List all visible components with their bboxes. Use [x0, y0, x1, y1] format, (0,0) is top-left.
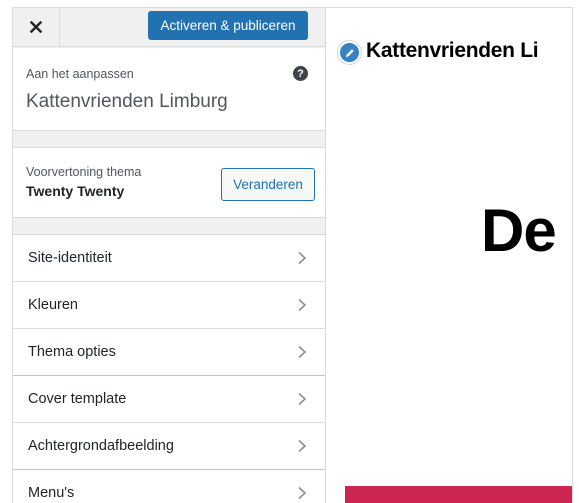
menu-item-label: Thema opties — [28, 344, 116, 360]
menu-item-label: Site-identiteit — [28, 250, 112, 266]
menu-item-menus[interactable]: Menu's — [13, 470, 325, 503]
site-title: Kattenvrienden Limburg — [26, 91, 228, 112]
chevron-right-icon — [298, 439, 307, 453]
menu-item-label: Kleuren — [28, 297, 78, 313]
chevron-right-icon — [298, 251, 307, 265]
customizing-label: Aan het aanpassen — [26, 67, 134, 81]
site-preview: Kattenvrienden Li De — [327, 8, 572, 503]
customizer-header: Activeren & publiceren — [13, 8, 325, 47]
menu-item-background-image[interactable]: Achtergrondafbeelding — [13, 423, 325, 470]
menu-item-label: Achtergrondafbeelding — [28, 438, 174, 454]
chevron-right-icon — [298, 298, 307, 312]
edit-site-title-button[interactable] — [338, 41, 361, 64]
preview-site-title[interactable]: Kattenvrienden Li — [366, 39, 539, 63]
chevron-right-icon — [298, 392, 307, 406]
chevron-right-icon — [298, 345, 307, 359]
change-theme-button[interactable]: Veranderen — [221, 168, 315, 201]
menu-item-label: Cover template — [28, 391, 127, 407]
customizer-window: Activeren & publiceren Aan het aanpassen… — [12, 7, 573, 503]
close-button[interactable] — [13, 8, 60, 46]
menu-item-theme-options[interactable]: Thema opties — [13, 329, 325, 376]
pencil-icon — [345, 48, 354, 57]
close-icon — [30, 21, 42, 33]
menu-item-label: Menu's — [28, 485, 75, 501]
menu-item-colors[interactable]: Kleuren — [13, 282, 325, 329]
customizer-sidebar: Activeren & publiceren Aan het aanpassen… — [13, 8, 326, 503]
theme-preview-label: Voorvertoning thema — [26, 165, 142, 179]
customizer-panel-list: Site-identiteit Kleuren Thema opties Cov… — [13, 234, 325, 503]
preview-heading: De — [481, 197, 557, 264]
menu-item-site-identity[interactable]: Site-identiteit — [13, 235, 325, 282]
theme-preview-section: Voorvertoning thema Twenty Twenty Verand… — [13, 147, 325, 218]
theme-name: Twenty Twenty — [26, 183, 125, 199]
publish-button[interactable]: Activeren & publiceren — [148, 11, 308, 40]
preview-cover-block — [345, 486, 572, 503]
chevron-right-icon — [298, 486, 307, 500]
menu-item-cover-template[interactable]: Cover template — [13, 376, 325, 423]
help-icon[interactable]: ? — [293, 66, 308, 81]
customizing-info: Aan het aanpassen Kattenvrienden Limburg… — [13, 48, 325, 131]
